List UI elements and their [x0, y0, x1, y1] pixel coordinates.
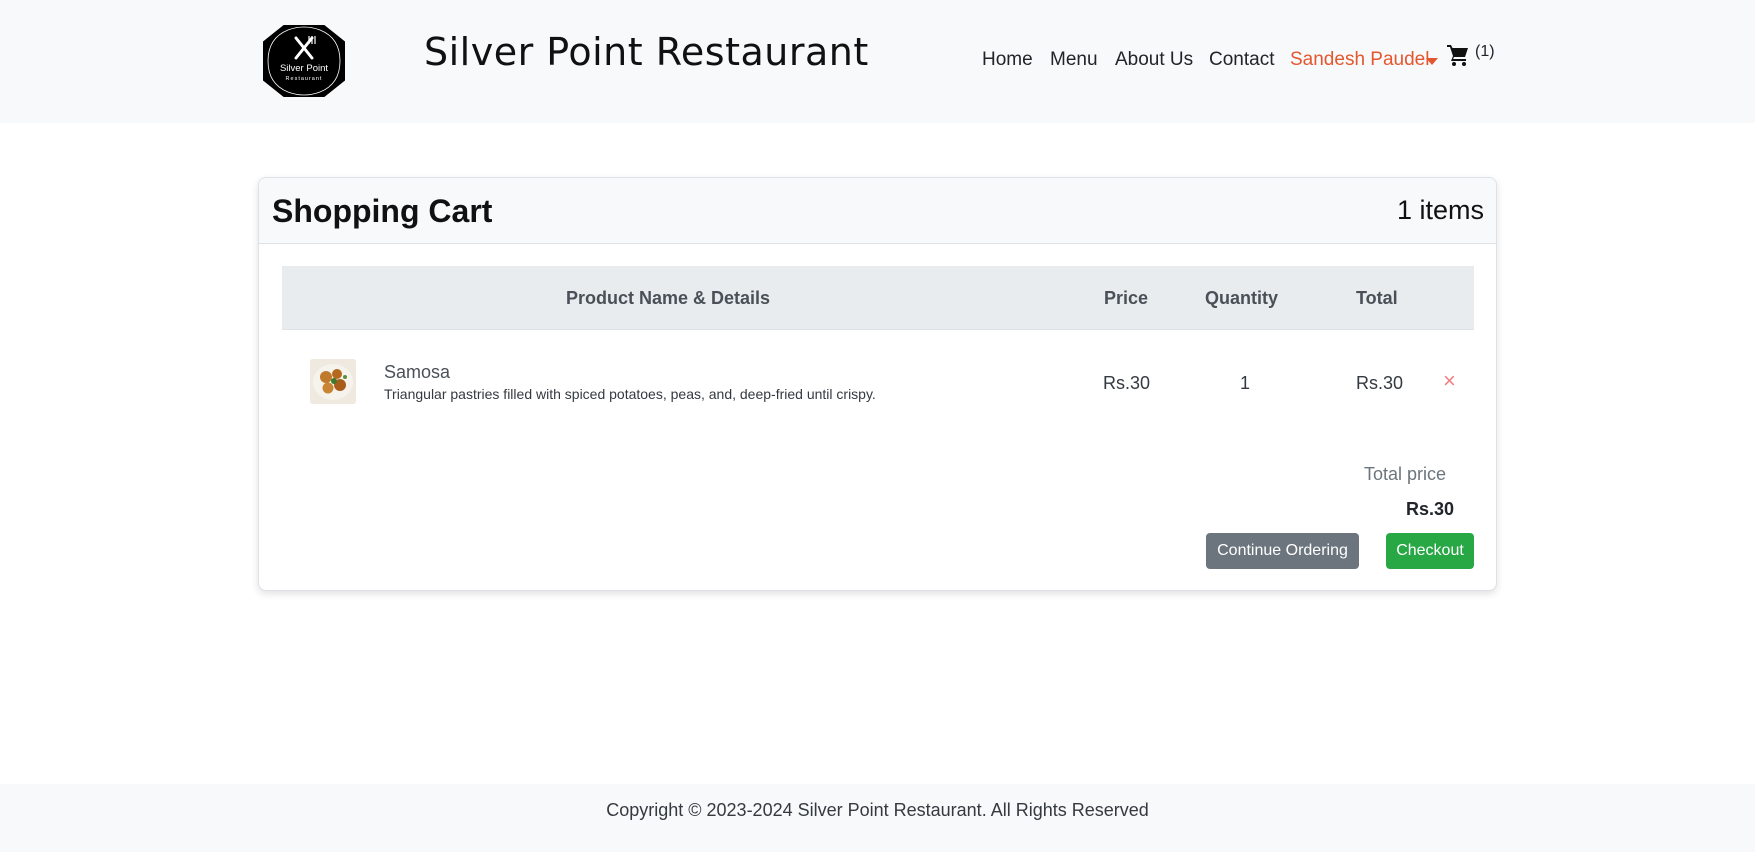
page-title: Shopping Cart [272, 193, 493, 229]
column-total: Total [1356, 288, 1398, 308]
nav-contact[interactable]: Contact [1209, 49, 1274, 71]
product-image [310, 359, 356, 404]
nav-home[interactable]: Home [982, 49, 1033, 71]
nav-about[interactable]: About Us [1115, 49, 1193, 71]
shopping-cart-card: Shopping Cart 1 items Product Name & Det… [258, 177, 1497, 591]
user-dropdown[interactable]: Sandesh Paudel [1290, 49, 1429, 71]
total-price-value: Rs.30 [1405, 499, 1454, 519]
copyright-text: Copyright © 2023-2024 Silver Point Resta… [606, 800, 1149, 820]
footer: Copyright © 2023-2024 Silver Point Resta… [0, 784, 1755, 852]
logo-icon[interactable]: Silver Point Restaurant [262, 24, 346, 98]
brand-title[interactable]: Silver Point Restaurant [424, 30, 869, 74]
shopping-cart-icon[interactable] [1446, 43, 1470, 67]
product-total: Rs.30 [1356, 373, 1404, 393]
column-price: Price [1104, 288, 1149, 308]
checkout-button[interactable]: Checkout [1386, 533, 1474, 569]
remove-item-icon[interactable]: × [1443, 370, 1456, 392]
caret-down-icon[interactable] [1426, 58, 1438, 65]
cart-count-badge[interactable]: (1) [1475, 43, 1495, 61]
logo-text-line2: Restaurant [286, 76, 323, 82]
continue-ordering-button[interactable]: Continue Ordering [1206, 533, 1359, 569]
total-price-label: Total price [1363, 464, 1446, 484]
logo-text-line1: Silver Point [280, 63, 328, 74]
card-header: Shopping Cart 1 items [259, 178, 1496, 244]
product-price: Rs.30 [1103, 373, 1151, 393]
table-header: Product Name & Details Price Quantity To… [282, 266, 1474, 330]
column-quantity: Quantity [1205, 288, 1279, 308]
product-description: Triangular pastries filled with spiced p… [384, 386, 876, 402]
nav-menu[interactable]: Menu [1050, 49, 1098, 71]
product-name: Samosa [384, 362, 451, 382]
item-count: 1 items [1396, 195, 1484, 225]
column-product: Product Name & Details [566, 288, 771, 308]
product-quantity[interactable]: 1 [1240, 373, 1250, 394]
navbar: Silver Point Restaurant Silver Point Res… [0, 0, 1755, 123]
